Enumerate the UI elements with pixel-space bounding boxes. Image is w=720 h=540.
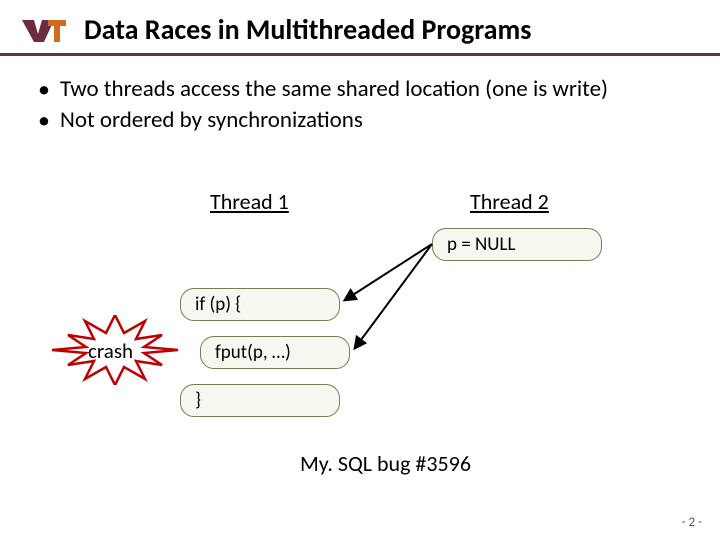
code-box-pnull: p = NULL [432,228,602,261]
code-box-close: } [180,384,340,417]
page-number: - 2 - [682,515,702,530]
crash-label: crash [88,338,133,364]
bullet-list: Two threads access the same shared locat… [0,56,720,136]
slide-header: Data Races in Multithreaded Programs [0,0,720,56]
diagram-caption: My. SQL bug #3596 [300,450,471,477]
bullet-item: Two threads access the same shared locat… [38,74,690,105]
slide-title: Data Races in Multithreaded Programs [84,12,531,47]
thread2-label: Thread 2 [470,188,549,215]
code-box-fput: fput(p, …) [200,336,350,369]
code-box-if: if (p) { [180,288,340,321]
vt-logo-icon [20,16,68,44]
thread1-label: Thread 1 [210,188,289,215]
diagram-area: Thread 1 Thread 2 p = NULL if (p) { fput… [0,170,720,470]
bullet-item: Not ordered by synchronizations [38,105,690,136]
